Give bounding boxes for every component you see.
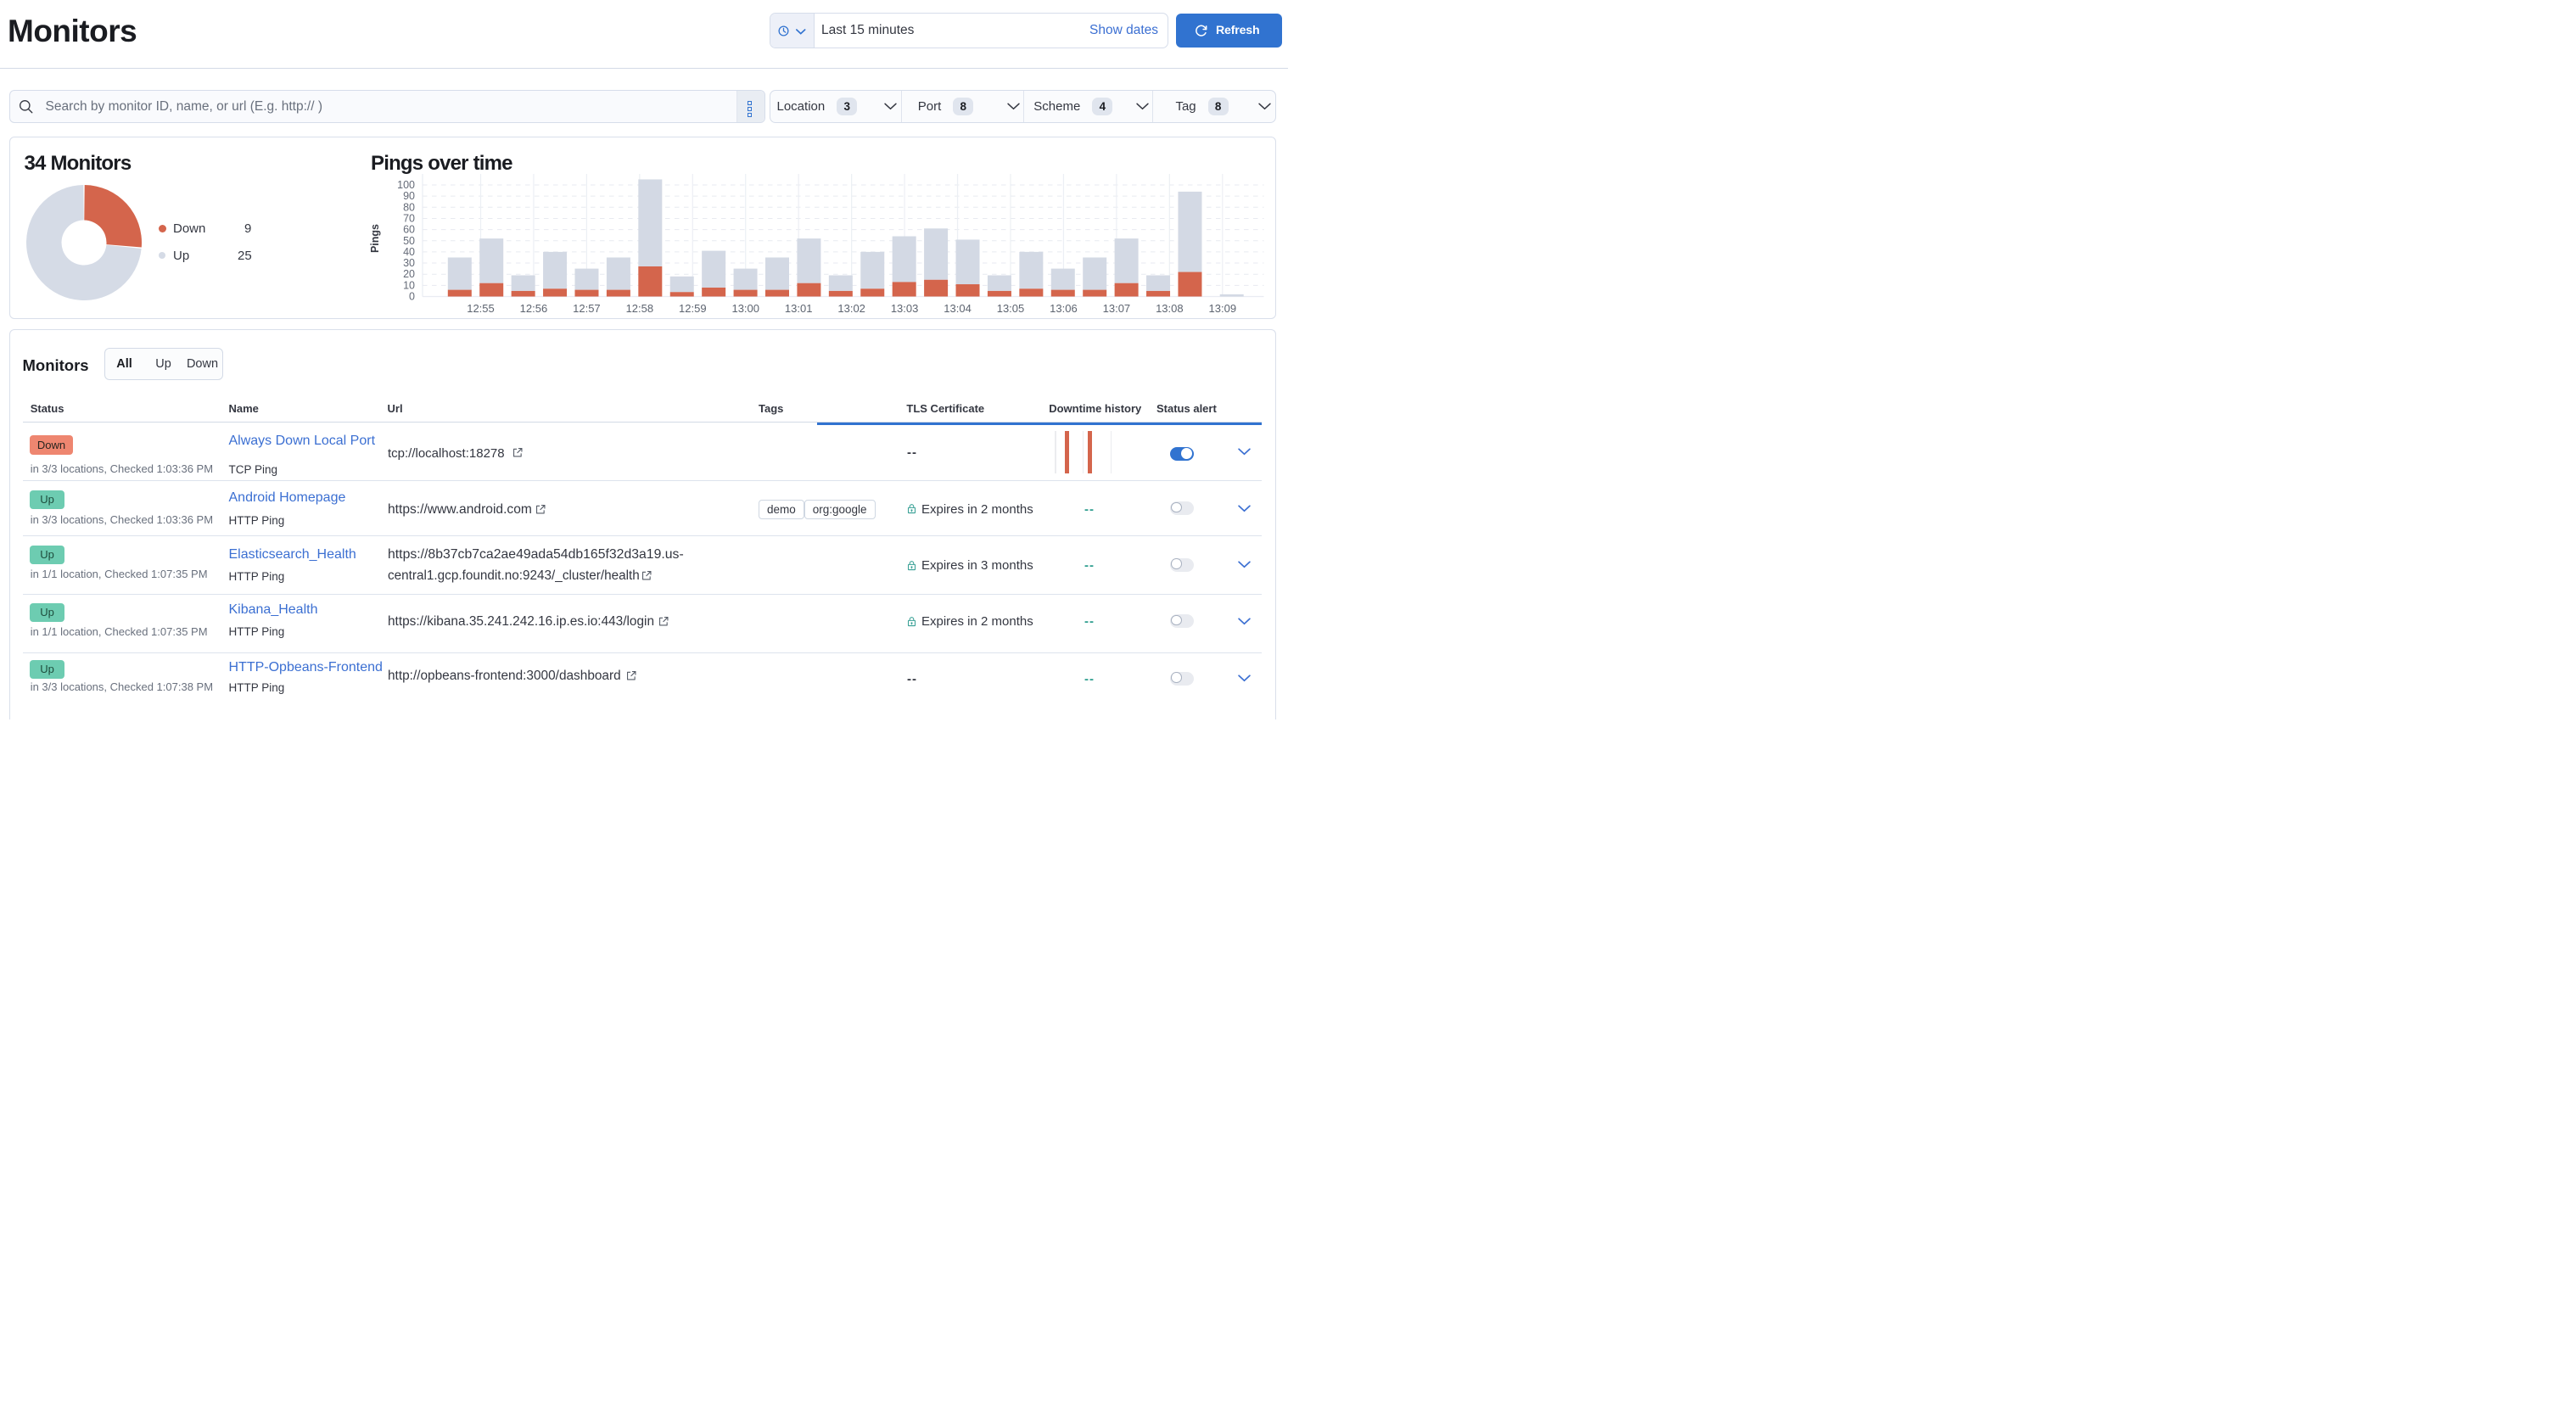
svg-text:100: 100 <box>397 179 415 191</box>
svg-text:12:55: 12:55 <box>467 302 495 315</box>
svg-text:13:07: 13:07 <box>1103 302 1131 315</box>
svg-text:13:02: 13:02 <box>837 302 865 315</box>
svg-text:12:57: 12:57 <box>573 302 601 315</box>
svg-text:40: 40 <box>403 246 415 258</box>
svg-text:13:01: 13:01 <box>785 302 813 315</box>
svg-text:13:06: 13:06 <box>1050 302 1078 315</box>
svg-text:80: 80 <box>403 201 415 213</box>
svg-text:Pings: Pings <box>369 224 381 253</box>
svg-text:12:59: 12:59 <box>679 302 707 315</box>
svg-text:20: 20 <box>403 268 415 280</box>
svg-text:13:00: 13:00 <box>731 302 759 315</box>
svg-text:13:04: 13:04 <box>944 302 972 315</box>
svg-text:70: 70 <box>403 212 415 224</box>
svg-text:12:56: 12:56 <box>520 302 548 315</box>
svg-text:13:03: 13:03 <box>891 302 919 315</box>
svg-text:12:58: 12:58 <box>626 302 654 315</box>
svg-text:13:09: 13:09 <box>1209 302 1237 315</box>
svg-text:30: 30 <box>403 257 415 269</box>
svg-text:60: 60 <box>403 224 415 236</box>
svg-text:90: 90 <box>403 190 415 202</box>
svg-text:50: 50 <box>403 235 415 247</box>
svg-text:10: 10 <box>403 279 415 291</box>
svg-text:13:08: 13:08 <box>1156 302 1184 315</box>
svg-text:0: 0 <box>409 291 415 303</box>
svg-text:13:05: 13:05 <box>997 302 1025 315</box>
